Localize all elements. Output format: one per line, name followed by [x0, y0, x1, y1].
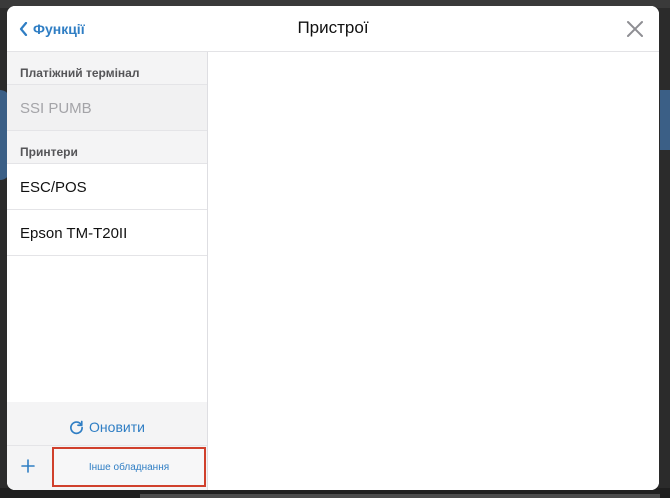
- other-hardware-button[interactable]: Інше обладнання: [52, 447, 206, 487]
- chevron-left-icon: [19, 22, 28, 36]
- refresh-button-label: Оновити: [89, 419, 145, 435]
- page-title: Пристрої: [297, 18, 369, 37]
- background-bottom-bars: [140, 494, 660, 498]
- section-header-printers: Принтери: [7, 131, 207, 164]
- sidebar-bottom-bar: Інше обладнання: [7, 445, 207, 490]
- refresh-icon: [70, 420, 84, 434]
- device-details-pane: [208, 52, 659, 490]
- close-icon: [627, 21, 643, 37]
- refresh-button[interactable]: Оновити: [7, 407, 207, 447]
- modal-header: Функції Пристрої: [7, 6, 659, 52]
- device-item-esc-pos[interactable]: ESC/POS: [7, 164, 207, 210]
- add-device-button[interactable]: [18, 456, 38, 476]
- sidebar-empty-area: [7, 256, 207, 402]
- devices-modal: Функції Пристрої Платіжний термінал SSI …: [7, 6, 659, 490]
- background-right-accent: [660, 90, 670, 150]
- plus-icon: [21, 459, 35, 473]
- devices-sidebar: Платіжний термінал SSI PUMB Принтери ESC…: [7, 52, 208, 490]
- close-button[interactable]: [625, 19, 645, 39]
- device-item-ssi-pumb[interactable]: SSI PUMB: [7, 85, 207, 131]
- device-item-epson-tm-t20ii[interactable]: Epson TM-T20II: [7, 210, 207, 256]
- back-button-label: Функції: [33, 21, 85, 37]
- section-header-payment-terminal: Платіжний термінал: [7, 52, 207, 85]
- back-button[interactable]: Функції: [19, 18, 85, 40]
